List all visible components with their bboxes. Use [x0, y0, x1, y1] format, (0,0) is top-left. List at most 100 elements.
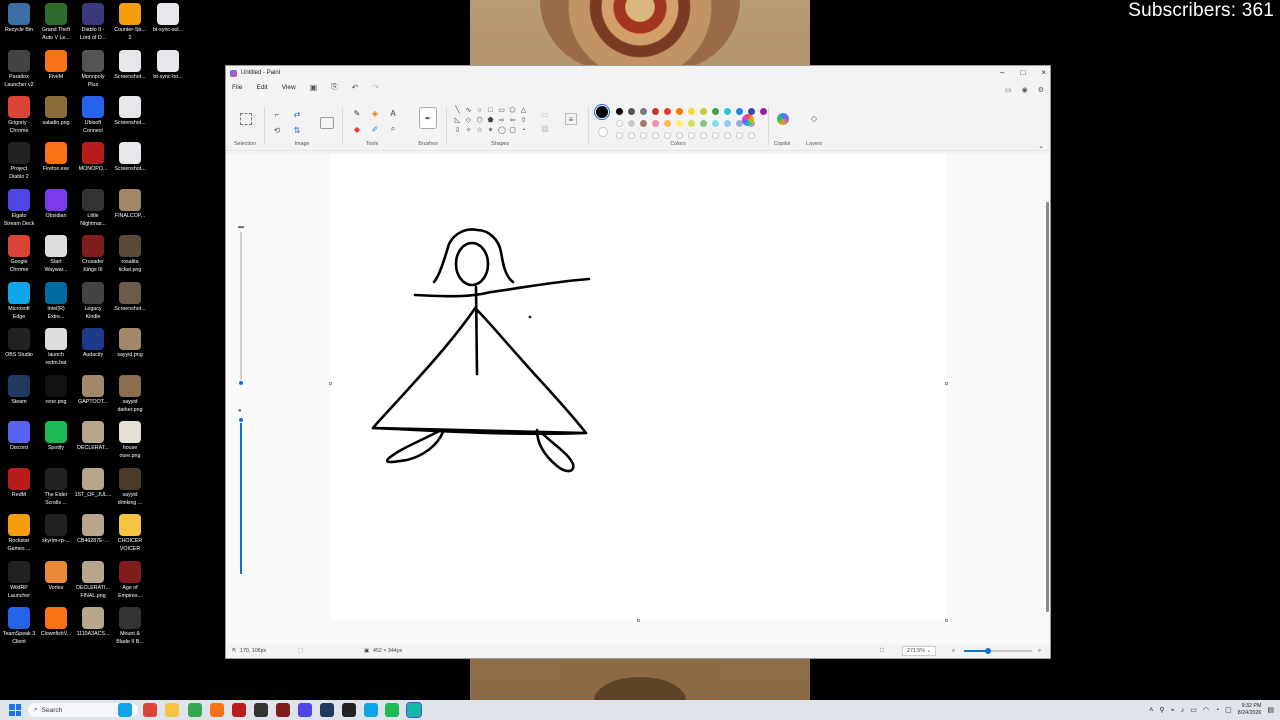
custom-color-slot[interactable]	[688, 132, 695, 139]
shape-option[interactable]: ☆	[476, 127, 483, 134]
minimize-button[interactable]: –	[1000, 68, 1004, 77]
palette-swatch[interactable]	[760, 108, 767, 115]
palette-swatch[interactable]	[664, 108, 671, 115]
desktop-icon[interactable]: TeamSpeak 3 Client	[0, 607, 38, 646]
zoom-out-icon[interactable]: ⌕	[952, 648, 955, 655]
sound-icon[interactable]: ◔	[1215, 707, 1219, 714]
shape-option[interactable]: □	[487, 107, 494, 114]
desktop-icon[interactable]: Monopoly Plus	[74, 50, 112, 89]
usb-icon[interactable]: ⚲	[1159, 706, 1164, 714]
desktop-icon[interactable]: Mount & Blade II B...	[111, 607, 149, 646]
shape-option[interactable]: ╲	[454, 107, 461, 114]
shape-option[interactable]: ∿	[465, 107, 472, 114]
desktop-icon[interactable]: Steam	[0, 375, 38, 407]
desktop-icon[interactable]: Diablo II - Lord of D...	[74, 3, 112, 42]
pencil-icon[interactable]: ✎	[352, 108, 362, 118]
zoom-level-select[interactable]: 271.5% ⌄	[902, 646, 936, 656]
maximize-button[interactable]: □	[1020, 68, 1025, 77]
desktop-icon[interactable]: Grigoriy - Chrome	[0, 96, 38, 135]
stream-deck-icon[interactable]	[298, 703, 312, 717]
menu-file[interactable]: File	[232, 84, 242, 91]
layers-icon[interactable]: ◇	[809, 113, 819, 123]
account-icon[interactable]: ◉	[1022, 86, 1028, 94]
desktop-icon[interactable]: GAPTOOT...	[74, 375, 112, 407]
shape-option[interactable]: ⬠	[509, 107, 516, 114]
shape-option[interactable]: ⇦	[509, 117, 516, 124]
desktop-icon[interactable]: FiveM	[37, 50, 75, 82]
wifi-icon[interactable]: ◠	[1203, 706, 1209, 714]
desktop-icon[interactable]: CHOICER VOICER	[111, 514, 149, 553]
shape-option[interactable]: ▢	[509, 127, 516, 134]
chrome-icon[interactable]	[188, 703, 202, 717]
palette-swatch[interactable]	[628, 120, 635, 127]
undo-icon[interactable]: ↶	[352, 83, 359, 92]
desktop-icon[interactable]: sayyid.png	[111, 328, 149, 360]
shape-option[interactable]: ✧	[465, 127, 472, 134]
palette-swatch[interactable]	[652, 108, 659, 115]
fill-style-icon[interactable]: ▨	[540, 123, 550, 133]
close-button[interactable]: ×	[1041, 68, 1046, 77]
firefox-icon[interactable]	[210, 703, 224, 717]
file-explorer-icon[interactable]	[165, 703, 179, 717]
custom-color-slot[interactable]	[664, 132, 671, 139]
redm-icon[interactable]	[232, 703, 246, 717]
desktop-icon[interactable]: Rockstar Games ...	[0, 514, 38, 553]
desktop-icon[interactable]: bt-sync-ho...	[149, 50, 187, 82]
desktop-icon[interactable]: Legacy Kindle	[74, 282, 112, 321]
start-button[interactable]	[9, 704, 21, 716]
custom-color-slot[interactable]	[748, 132, 755, 139]
vertical-scrollbar[interactable]	[1046, 202, 1049, 612]
palette-swatch[interactable]	[616, 108, 623, 115]
desktop-icon[interactable]: Intel(R) Extre...	[37, 282, 75, 321]
desktop-icon[interactable]: DECLERAT...	[74, 421, 112, 453]
palette-swatch[interactable]	[616, 120, 623, 127]
current-color-swatch[interactable]	[594, 104, 610, 120]
drawing-canvas[interactable]	[331, 154, 946, 620]
secondary-color-swatch[interactable]	[598, 127, 608, 137]
display-icon[interactable]: ▢	[1225, 706, 1232, 714]
desktop-icon[interactable]: ClownfishV...	[37, 607, 75, 639]
desktop-icon[interactable]: Firefox.exe	[37, 142, 75, 174]
desktop-icon[interactable]: Screenshot...	[111, 50, 149, 82]
outline-icon[interactable]: ▭	[540, 109, 550, 119]
redo-icon[interactable]: ↷	[372, 83, 379, 92]
palette-swatch[interactable]	[628, 108, 635, 115]
browser-icon[interactable]	[118, 703, 132, 717]
spotify-icon[interactable]	[385, 703, 399, 717]
shape-option[interactable]: ✶	[487, 127, 494, 134]
shape-option[interactable]: ○	[476, 107, 483, 114]
palette-swatch[interactable]	[700, 120, 707, 127]
title-bar[interactable]: Untitled - Paint	[226, 66, 1050, 80]
shape-option[interactable]: △	[520, 107, 527, 114]
custom-color-slot[interactable]	[724, 132, 731, 139]
desktop-icon[interactable]: Project Diablo 2	[0, 142, 38, 181]
palette-swatch[interactable]	[688, 120, 695, 127]
text-icon[interactable]: A	[388, 108, 398, 118]
shape-option[interactable]: ⬡	[476, 117, 483, 124]
shape-option[interactable]: ◯	[498, 127, 506, 134]
palette-swatch[interactable]	[640, 120, 647, 127]
palette-swatch[interactable]	[676, 120, 683, 127]
volume-icon[interactable]: ♪	[1181, 707, 1185, 714]
desktop-icon[interactable]: Elgato Stream Deck	[0, 189, 38, 228]
shape-option[interactable]: ⇧	[520, 117, 527, 124]
menu-edit[interactable]: Edit	[256, 84, 267, 91]
desktop-icon[interactable]: Spotify	[37, 421, 75, 453]
tray-overflow-icon[interactable]: ˄	[1149, 707, 1153, 714]
desktop-icon[interactable]: Ubisoft Connect	[74, 96, 112, 135]
menu-view[interactable]: View	[282, 84, 296, 91]
selection-icon[interactable]	[240, 113, 252, 125]
copilot-icon[interactable]	[777, 113, 789, 125]
desktop-icon[interactable]: saladin.png	[37, 96, 75, 128]
ribbon-collapse-icon[interactable]: ⌄	[1036, 141, 1046, 151]
desktop-icon[interactable]: Counter-Str... 2	[111, 3, 149, 42]
palette-swatch[interactable]	[712, 120, 719, 127]
paint-icon[interactable]	[406, 702, 422, 718]
desktop-icon[interactable]: RedM	[0, 468, 38, 500]
desktop-icon[interactable]: Audacity	[74, 328, 112, 360]
shape-option[interactable]: ⬟	[487, 117, 494, 124]
desktop-icon[interactable]: Microsoft Edge	[0, 282, 38, 321]
desktop-icon[interactable]: MONOPO...	[74, 142, 112, 174]
desktop-icon[interactable]: DECLERATI... FINAL.png	[74, 561, 112, 600]
palette-swatch[interactable]	[700, 108, 707, 115]
